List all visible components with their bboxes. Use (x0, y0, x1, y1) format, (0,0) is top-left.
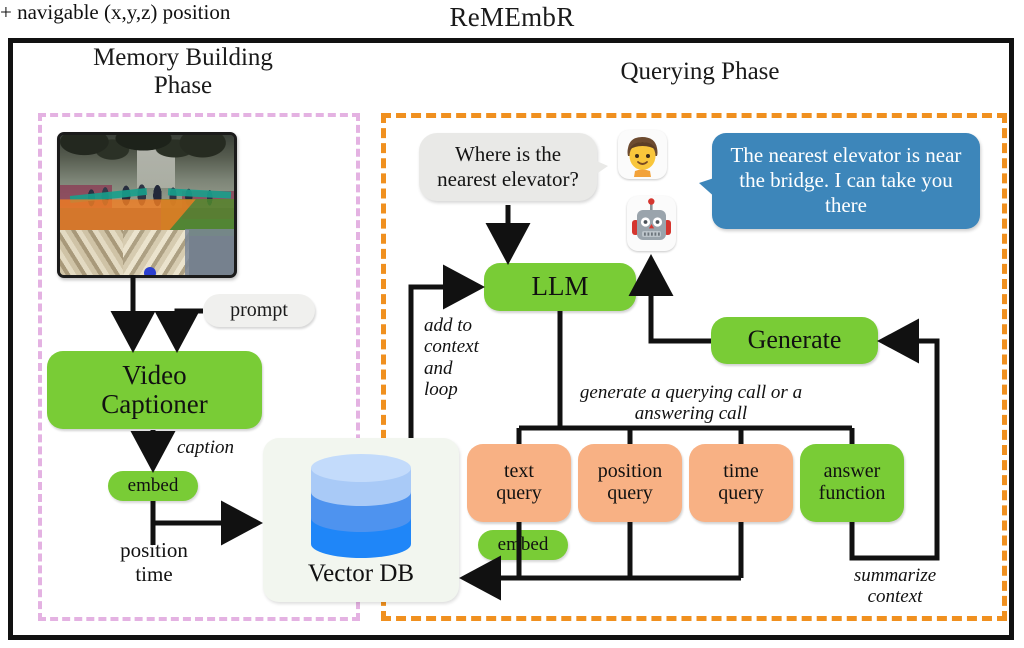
add-to-context-loop-label: add to context and loop (424, 315, 479, 400)
tool-position-query-line1: position (597, 460, 663, 483)
generate-node: Generate (711, 317, 878, 364)
generate-call-label: generate a querying call or a answering … (579, 382, 803, 425)
video-captioner-node: Video Captioner (47, 351, 262, 429)
caption-edge-label: caption (177, 437, 234, 458)
memory-building-phase-heading-line1: Memory Building (93, 44, 273, 71)
tool-answer-function-line1: answer (823, 460, 881, 483)
llm-node: LLM (484, 263, 636, 311)
summarize-context-label: summarize context (853, 565, 937, 608)
position-label: position (120, 538, 188, 562)
tool-answer-function-line2: function (818, 482, 886, 504)
tool-text-query-line2: query (496, 482, 542, 504)
user-question-bubble: Where is the nearest elevator? (419, 133, 608, 201)
memory-building-phase-heading: Memory Building Phase (38, 44, 328, 101)
diagram-root: ReMEmbR Memory Building Phase Querying P… (0, 0, 1024, 648)
tool-time-query-line1: time (723, 460, 759, 483)
tool-time-query-line2: query (718, 482, 764, 504)
memory-building-phase-heading-line2: Phase (153, 72, 213, 100)
thumbnail-segment-brick-floor-2 (122, 230, 189, 275)
video-frame-thumbnail (57, 132, 237, 278)
prompt-node: prompt (203, 294, 315, 327)
tool-node-answer-function: answer function (800, 444, 904, 522)
embed-node-query: embed (478, 530, 568, 560)
page-title: ReMEmbR (449, 2, 575, 32)
person-emoji-icon (618, 130, 667, 179)
database-cylinder-icon (311, 454, 411, 558)
tool-text-query-line1: text (503, 460, 534, 483)
tool-node-time-query: time query (689, 444, 793, 522)
tool-position-query-line2: query (607, 482, 653, 504)
position-time-label: position time (104, 538, 204, 586)
video-captioner-line2: Captioner (101, 389, 208, 419)
querying-phase-heading: Querying Phase (620, 58, 780, 85)
thumbnail-segment-pavement (185, 228, 234, 275)
tool-node-position-query: position query (578, 444, 682, 522)
vector-db-label: Vector DB (307, 560, 415, 587)
thumbnail-anchor-dot (143, 267, 156, 275)
tool-node-text-query: text query (467, 444, 571, 522)
robot-emoji-icon (627, 196, 676, 251)
time-label: time (135, 562, 173, 587)
robot-answer-bubble: The nearest elevator is near the bridge.… (699, 133, 980, 229)
video-captioner-line1: Video (122, 359, 187, 390)
embed-node-memory: embed (108, 471, 198, 501)
vector-db-node: Vector DB (263, 438, 459, 602)
